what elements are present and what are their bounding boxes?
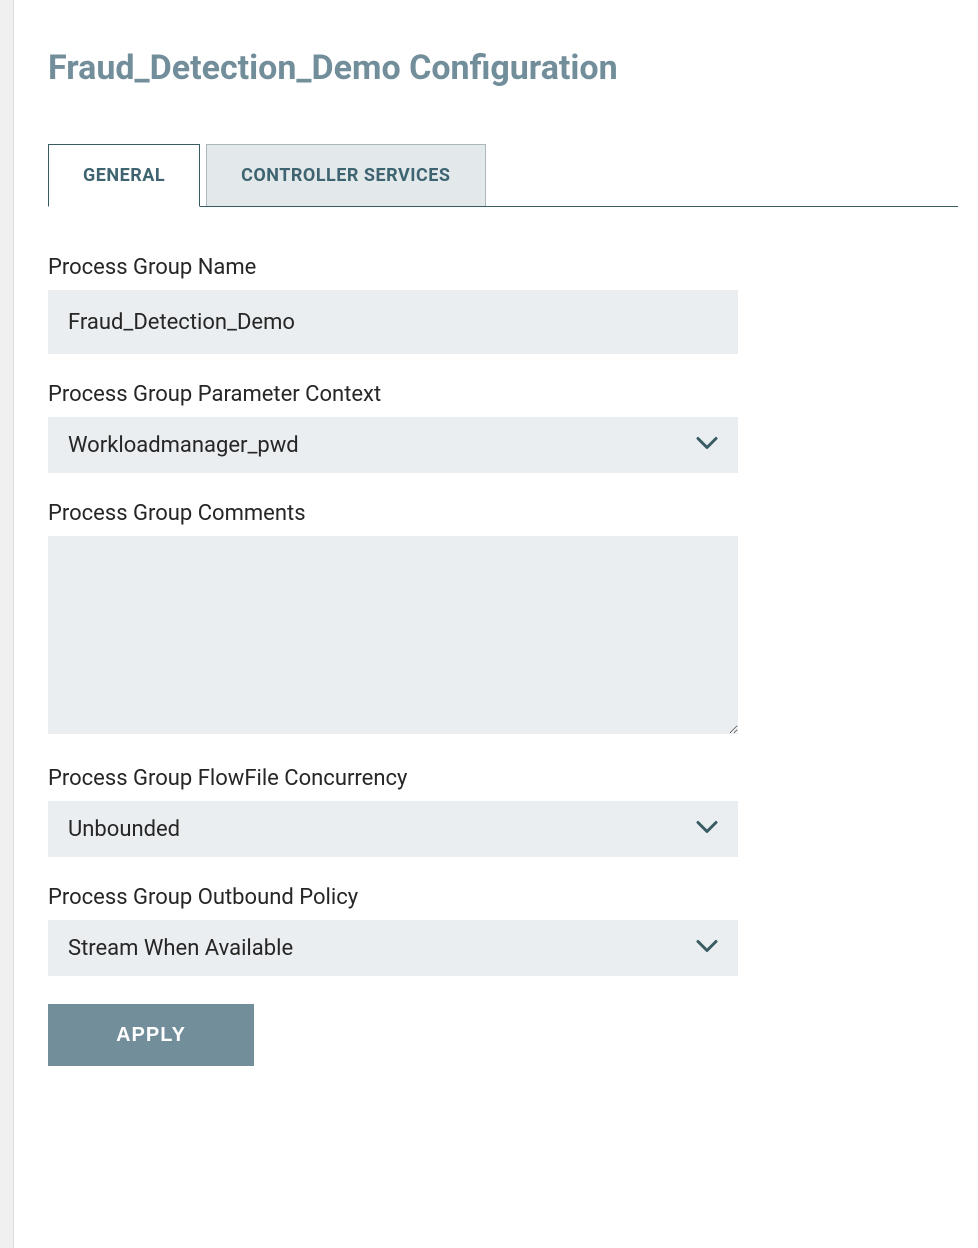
- tab-bar: GENERAL CONTROLLER SERVICES: [48, 144, 958, 207]
- comments-label: Process Group Comments: [48, 501, 958, 526]
- process-group-name-field: Process Group Name: [48, 255, 958, 354]
- parameter-context-field: Process Group Parameter Context Workload…: [48, 382, 958, 473]
- tab-general-label: GENERAL: [83, 165, 165, 186]
- flowfile-concurrency-value: Unbounded: [48, 801, 738, 857]
- outbound-policy-field: Process Group Outbound Policy Stream Whe…: [48, 885, 958, 976]
- flowfile-concurrency-field: Process Group FlowFile Concurrency Unbou…: [48, 766, 958, 857]
- general-form: Process Group Name Process Group Paramet…: [48, 255, 958, 1066]
- process-group-name-input[interactable]: [48, 290, 738, 354]
- tab-general[interactable]: GENERAL: [48, 144, 200, 207]
- flowfile-concurrency-label: Process Group FlowFile Concurrency: [48, 766, 958, 791]
- tab-controller-services-label: CONTROLLER SERVICES: [241, 165, 450, 186]
- outbound-policy-value: Stream When Available: [48, 920, 738, 976]
- configuration-panel: Fraud_Detection_Demo Configuration GENER…: [14, 0, 978, 1248]
- parameter-context-value: Workloadmanager_pwd: [48, 417, 738, 473]
- process-group-name-label: Process Group Name: [48, 255, 958, 280]
- comments-textarea[interactable]: [48, 536, 738, 734]
- comments-field: Process Group Comments: [48, 501, 958, 738]
- parameter-context-select[interactable]: Workloadmanager_pwd: [48, 417, 738, 473]
- parameter-context-label: Process Group Parameter Context: [48, 382, 958, 407]
- outbound-policy-select[interactable]: Stream When Available: [48, 920, 738, 976]
- flowfile-concurrency-select[interactable]: Unbounded: [48, 801, 738, 857]
- apply-button[interactable]: APPLY: [48, 1004, 254, 1066]
- apply-button-label: APPLY: [116, 1024, 186, 1047]
- page-title: Fraud_Detection_Demo Configuration: [48, 48, 958, 88]
- outbound-policy-label: Process Group Outbound Policy: [48, 885, 958, 910]
- tab-controller-services[interactable]: CONTROLLER SERVICES: [206, 144, 485, 206]
- left-edge-sliver: [0, 0, 14, 1248]
